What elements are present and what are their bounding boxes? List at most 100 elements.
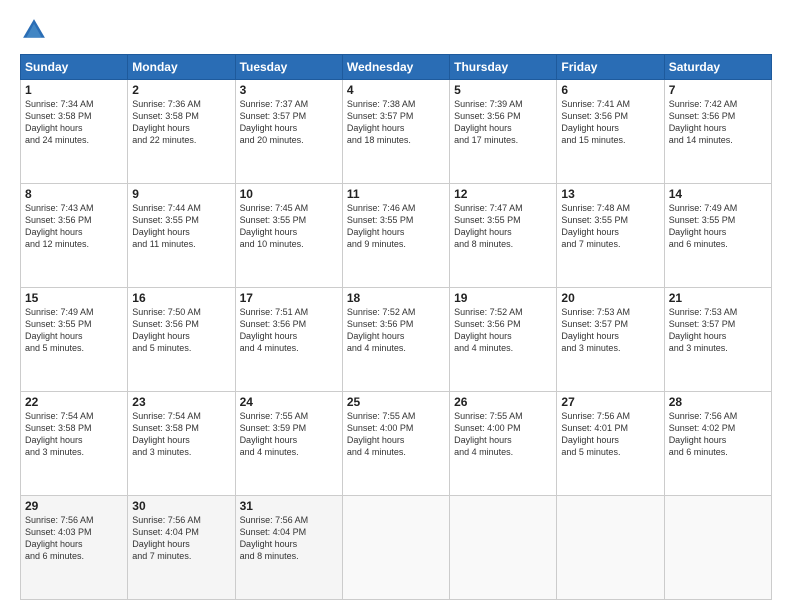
day-number: 4	[347, 83, 445, 97]
calendar-cell: 9 Sunrise: 7:44 AMSunset: 3:55 PMDayligh…	[128, 184, 235, 288]
day-number: 3	[240, 83, 338, 97]
day-number: 23	[132, 395, 230, 409]
calendar-header: SundayMondayTuesdayWednesdayThursdayFrid…	[21, 55, 772, 80]
calendar-cell: 19 Sunrise: 7:52 AMSunset: 3:56 PMDaylig…	[450, 288, 557, 392]
calendar-cell: 1 Sunrise: 7:34 AMSunset: 3:58 PMDayligh…	[21, 80, 128, 184]
calendar-cell: 7 Sunrise: 7:42 AMSunset: 3:56 PMDayligh…	[664, 80, 771, 184]
calendar-cell: 17 Sunrise: 7:51 AMSunset: 3:56 PMDaylig…	[235, 288, 342, 392]
calendar-table: SundayMondayTuesdayWednesdayThursdayFrid…	[20, 54, 772, 600]
day-info: Sunrise: 7:44 AMSunset: 3:55 PMDaylight …	[132, 203, 201, 249]
day-info: Sunrise: 7:49 AMSunset: 3:55 PMDaylight …	[25, 307, 94, 353]
day-info: Sunrise: 7:41 AMSunset: 3:56 PMDaylight …	[561, 99, 630, 145]
logo	[20, 16, 52, 44]
day-info: Sunrise: 7:54 AMSunset: 3:58 PMDaylight …	[25, 411, 94, 457]
day-info: Sunrise: 7:56 AMSunset: 4:02 PMDaylight …	[669, 411, 738, 457]
day-info: Sunrise: 7:56 AMSunset: 4:01 PMDaylight …	[561, 411, 630, 457]
day-number: 17	[240, 291, 338, 305]
day-number: 16	[132, 291, 230, 305]
day-info: Sunrise: 7:52 AMSunset: 3:56 PMDaylight …	[454, 307, 523, 353]
day-info: Sunrise: 7:38 AMSunset: 3:57 PMDaylight …	[347, 99, 416, 145]
day-number: 5	[454, 83, 552, 97]
calendar-cell: 27 Sunrise: 7:56 AMSunset: 4:01 PMDaylig…	[557, 392, 664, 496]
calendar-week-5: 29 Sunrise: 7:56 AMSunset: 4:03 PMDaylig…	[21, 496, 772, 600]
weekday-header-saturday: Saturday	[664, 55, 771, 80]
calendar-cell: 6 Sunrise: 7:41 AMSunset: 3:56 PMDayligh…	[557, 80, 664, 184]
day-info: Sunrise: 7:47 AMSunset: 3:55 PMDaylight …	[454, 203, 523, 249]
day-info: Sunrise: 7:53 AMSunset: 3:57 PMDaylight …	[561, 307, 630, 353]
day-info: Sunrise: 7:51 AMSunset: 3:56 PMDaylight …	[240, 307, 309, 353]
calendar-cell: 13 Sunrise: 7:48 AMSunset: 3:55 PMDaylig…	[557, 184, 664, 288]
day-info: Sunrise: 7:56 AMSunset: 4:04 PMDaylight …	[132, 515, 201, 561]
day-info: Sunrise: 7:48 AMSunset: 3:55 PMDaylight …	[561, 203, 630, 249]
calendar-cell	[664, 496, 771, 600]
day-number: 30	[132, 499, 230, 513]
calendar-cell: 16 Sunrise: 7:50 AMSunset: 3:56 PMDaylig…	[128, 288, 235, 392]
calendar-cell: 15 Sunrise: 7:49 AMSunset: 3:55 PMDaylig…	[21, 288, 128, 392]
day-info: Sunrise: 7:37 AMSunset: 3:57 PMDaylight …	[240, 99, 309, 145]
calendar-cell: 21 Sunrise: 7:53 AMSunset: 3:57 PMDaylig…	[664, 288, 771, 392]
day-number: 29	[25, 499, 123, 513]
calendar-cell: 26 Sunrise: 7:55 AMSunset: 4:00 PMDaylig…	[450, 392, 557, 496]
weekday-header-monday: Monday	[128, 55, 235, 80]
calendar-cell: 3 Sunrise: 7:37 AMSunset: 3:57 PMDayligh…	[235, 80, 342, 184]
day-info: Sunrise: 7:42 AMSunset: 3:56 PMDaylight …	[669, 99, 738, 145]
calendar-cell: 5 Sunrise: 7:39 AMSunset: 3:56 PMDayligh…	[450, 80, 557, 184]
day-number: 8	[25, 187, 123, 201]
calendar-cell: 11 Sunrise: 7:46 AMSunset: 3:55 PMDaylig…	[342, 184, 449, 288]
calendar-cell: 14 Sunrise: 7:49 AMSunset: 3:55 PMDaylig…	[664, 184, 771, 288]
calendar-cell: 31 Sunrise: 7:56 AMSunset: 4:04 PMDaylig…	[235, 496, 342, 600]
day-number: 14	[669, 187, 767, 201]
calendar-cell	[557, 496, 664, 600]
weekday-header-tuesday: Tuesday	[235, 55, 342, 80]
calendar-cell: 18 Sunrise: 7:52 AMSunset: 3:56 PMDaylig…	[342, 288, 449, 392]
day-info: Sunrise: 7:34 AMSunset: 3:58 PMDaylight …	[25, 99, 94, 145]
day-number: 18	[347, 291, 445, 305]
header	[20, 16, 772, 44]
day-info: Sunrise: 7:52 AMSunset: 3:56 PMDaylight …	[347, 307, 416, 353]
day-info: Sunrise: 7:53 AMSunset: 3:57 PMDaylight …	[669, 307, 738, 353]
calendar-week-3: 15 Sunrise: 7:49 AMSunset: 3:55 PMDaylig…	[21, 288, 772, 392]
calendar-cell: 29 Sunrise: 7:56 AMSunset: 4:03 PMDaylig…	[21, 496, 128, 600]
calendar-body: 1 Sunrise: 7:34 AMSunset: 3:58 PMDayligh…	[21, 80, 772, 600]
day-info: Sunrise: 7:56 AMSunset: 4:04 PMDaylight …	[240, 515, 309, 561]
day-number: 13	[561, 187, 659, 201]
day-number: 1	[25, 83, 123, 97]
day-number: 15	[25, 291, 123, 305]
day-number: 11	[347, 187, 445, 201]
weekday-header-friday: Friday	[557, 55, 664, 80]
calendar-cell: 2 Sunrise: 7:36 AMSunset: 3:58 PMDayligh…	[128, 80, 235, 184]
calendar-cell: 10 Sunrise: 7:45 AMSunset: 3:55 PMDaylig…	[235, 184, 342, 288]
day-info: Sunrise: 7:45 AMSunset: 3:55 PMDaylight …	[240, 203, 309, 249]
calendar-cell: 24 Sunrise: 7:55 AMSunset: 3:59 PMDaylig…	[235, 392, 342, 496]
calendar-cell	[342, 496, 449, 600]
day-number: 25	[347, 395, 445, 409]
day-info: Sunrise: 7:50 AMSunset: 3:56 PMDaylight …	[132, 307, 201, 353]
calendar-cell: 30 Sunrise: 7:56 AMSunset: 4:04 PMDaylig…	[128, 496, 235, 600]
day-number: 2	[132, 83, 230, 97]
calendar-cell: 12 Sunrise: 7:47 AMSunset: 3:55 PMDaylig…	[450, 184, 557, 288]
day-number: 24	[240, 395, 338, 409]
day-info: Sunrise: 7:49 AMSunset: 3:55 PMDaylight …	[669, 203, 738, 249]
calendar-cell: 25 Sunrise: 7:55 AMSunset: 4:00 PMDaylig…	[342, 392, 449, 496]
day-info: Sunrise: 7:55 AMSunset: 4:00 PMDaylight …	[347, 411, 416, 457]
day-number: 20	[561, 291, 659, 305]
calendar-cell: 28 Sunrise: 7:56 AMSunset: 4:02 PMDaylig…	[664, 392, 771, 496]
day-number: 26	[454, 395, 552, 409]
day-number: 27	[561, 395, 659, 409]
day-info: Sunrise: 7:46 AMSunset: 3:55 PMDaylight …	[347, 203, 416, 249]
calendar-cell: 22 Sunrise: 7:54 AMSunset: 3:58 PMDaylig…	[21, 392, 128, 496]
day-info: Sunrise: 7:55 AMSunset: 3:59 PMDaylight …	[240, 411, 309, 457]
calendar-cell: 4 Sunrise: 7:38 AMSunset: 3:57 PMDayligh…	[342, 80, 449, 184]
calendar-cell: 23 Sunrise: 7:54 AMSunset: 3:58 PMDaylig…	[128, 392, 235, 496]
day-info: Sunrise: 7:39 AMSunset: 3:56 PMDaylight …	[454, 99, 523, 145]
day-info: Sunrise: 7:43 AMSunset: 3:56 PMDaylight …	[25, 203, 94, 249]
day-number: 7	[669, 83, 767, 97]
day-number: 10	[240, 187, 338, 201]
weekday-header-wednesday: Wednesday	[342, 55, 449, 80]
day-number: 12	[454, 187, 552, 201]
day-info: Sunrise: 7:36 AMSunset: 3:58 PMDaylight …	[132, 99, 201, 145]
calendar-week-2: 8 Sunrise: 7:43 AMSunset: 3:56 PMDayligh…	[21, 184, 772, 288]
day-number: 9	[132, 187, 230, 201]
calendar-cell: 8 Sunrise: 7:43 AMSunset: 3:56 PMDayligh…	[21, 184, 128, 288]
day-number: 31	[240, 499, 338, 513]
